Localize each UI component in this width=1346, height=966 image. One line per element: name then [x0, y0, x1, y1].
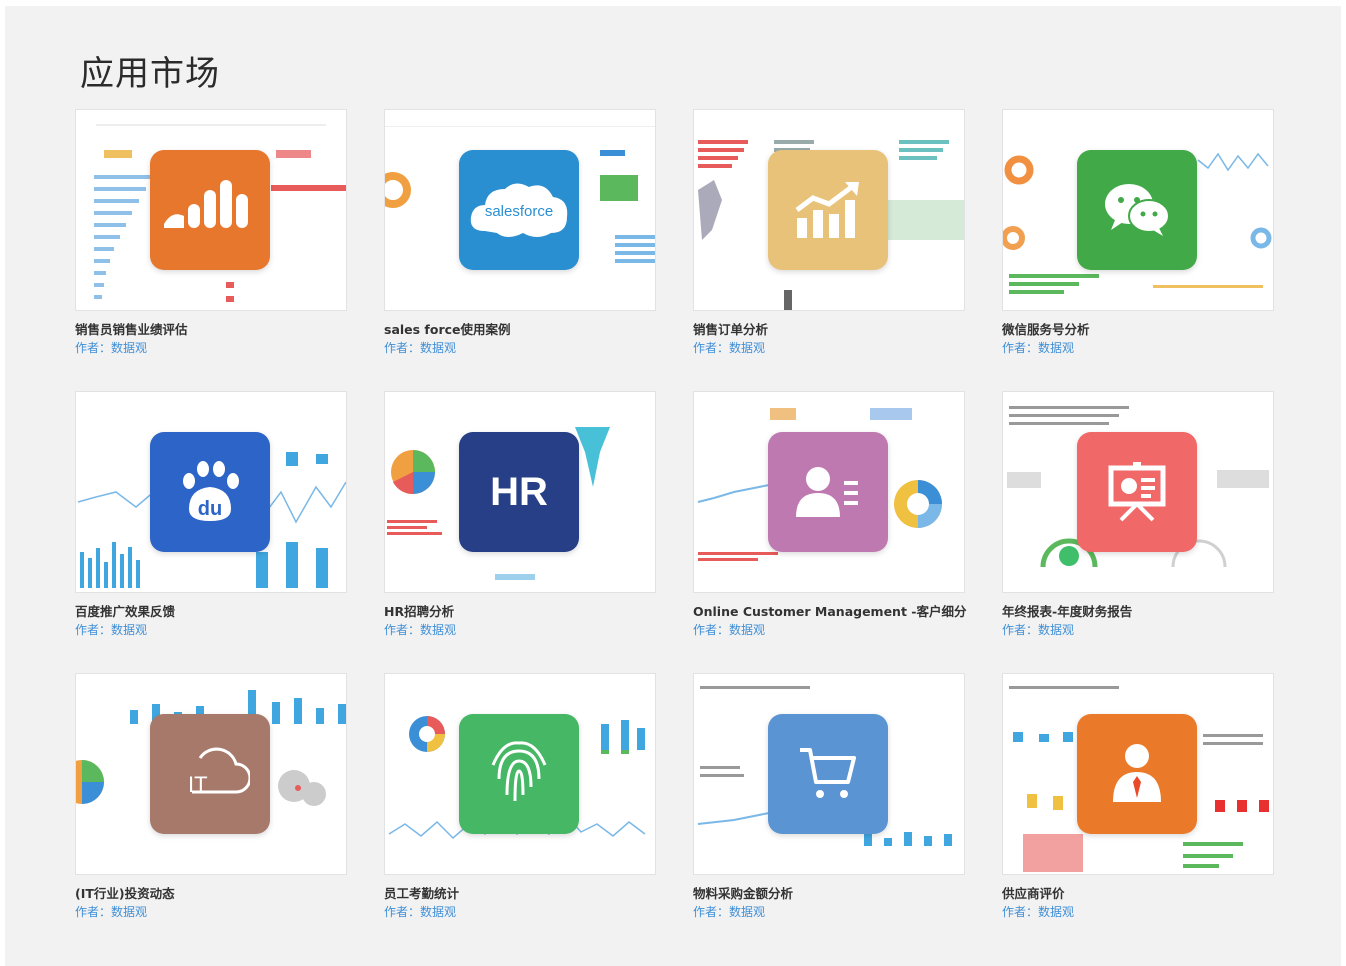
supplier-person-icon [1113, 744, 1161, 802]
bar-chart-icon [164, 180, 248, 228]
app-icon: du [150, 432, 270, 552]
shopping-cart-icon [800, 748, 856, 798]
author-value: 数据观 [420, 905, 457, 919]
author-value: 数据观 [729, 341, 766, 355]
app-name: (IT行业)投资动态 [75, 886, 175, 901]
hr-icon: HR [490, 469, 548, 514]
author-value: 数据观 [111, 905, 148, 919]
author-label: 作者： [384, 623, 421, 637]
app-name: Online Customer Management -客户细分 [693, 604, 967, 619]
fingerprint-icon [491, 741, 547, 802]
author-label: 作者： [384, 341, 421, 355]
app-name: 销售订单分析 [693, 322, 769, 337]
app-author[interactable]: 作者：数据观 [693, 339, 765, 356]
app-author[interactable]: 作者：数据观 [1002, 621, 1074, 638]
author-label: 作者： [693, 623, 730, 637]
author-label: 作者： [1002, 623, 1039, 637]
app-name: sales force使用案例 [384, 322, 511, 337]
app-author[interactable]: 作者：数据观 [693, 903, 765, 920]
app-name: 供应商评价 [1002, 886, 1065, 901]
author-label: 作者： [1002, 341, 1039, 355]
author-label: 作者： [1002, 905, 1039, 919]
app-thumbnail[interactable]: salesforce [384, 109, 656, 311]
baidu-logo-text: du [198, 498, 222, 520]
app-author[interactable]: 作者：数据观 [1002, 339, 1074, 356]
author-value: 数据观 [111, 341, 148, 355]
app-icon [1077, 714, 1197, 834]
author-label: 作者： [75, 623, 112, 637]
author-label: 作者： [693, 905, 730, 919]
app-thumbnail[interactable] [384, 673, 656, 875]
it-logo-text: IT [188, 772, 208, 797]
app-icon [768, 150, 888, 270]
app-name: 微信服务号分析 [1002, 322, 1090, 337]
salesforce-logo-text: salesforce [485, 203, 553, 220]
app-name: 百度推广效果反馈 [75, 604, 176, 619]
app-name: 物料采购金额分析 [693, 886, 794, 901]
author-value: 数据观 [1038, 341, 1075, 355]
app-icon: HR [459, 432, 579, 552]
app-author[interactable]: 作者：数据观 [693, 621, 765, 638]
author-label: 作者： [384, 905, 421, 919]
app-author[interactable]: 作者：数据观 [75, 903, 147, 920]
app-name: 年终报表-年度财务报告 [1002, 604, 1133, 619]
user-list-icon [796, 467, 858, 517]
it-cloud-icon: IT [188, 747, 250, 797]
app-name: HR招聘分析 [384, 604, 455, 619]
app-thumbnail[interactable] [1002, 109, 1274, 311]
author-value: 数据观 [420, 623, 457, 637]
app-author[interactable]: 作者：数据观 [384, 903, 456, 920]
app-author[interactable]: 作者：数据观 [384, 621, 456, 638]
app-thumbnail[interactable]: HR [384, 391, 656, 593]
app-thumbnail[interactable] [693, 109, 965, 311]
author-value: 数据观 [420, 341, 457, 355]
app-icon [768, 714, 888, 834]
author-value: 数据观 [111, 623, 148, 637]
trend-up-chart-icon [795, 182, 859, 238]
app-author[interactable]: 作者：数据观 [75, 621, 147, 638]
author-value: 数据观 [1038, 623, 1075, 637]
presentation-board-icon [1108, 462, 1166, 522]
author-label: 作者： [75, 341, 112, 355]
wechat-icon [1105, 184, 1170, 236]
app-thumbnail[interactable] [693, 391, 965, 593]
app-author[interactable]: 作者：数据观 [75, 339, 147, 356]
author-value: 数据观 [729, 623, 766, 637]
app-market-panel: 应用市场 销售员销售业绩评估 作者：数据观 salesforce sales f… [5, 6, 1341, 966]
app-icon [1077, 432, 1197, 552]
app-thumbnail[interactable] [1002, 673, 1274, 875]
app-thumbnail[interactable] [693, 673, 965, 875]
author-label: 作者： [75, 905, 112, 919]
baidu-paw-icon: du [183, 461, 239, 521]
app-icon: IT [150, 714, 270, 834]
page-title: 应用市场 [80, 54, 220, 94]
author-value: 数据观 [729, 905, 766, 919]
app-thumbnail[interactable] [1002, 391, 1274, 593]
app-name: 员工考勤统计 [384, 886, 460, 901]
app-icon [768, 432, 888, 552]
app-icon [459, 714, 579, 834]
app-thumbnail[interactable]: du [75, 391, 347, 593]
app-author[interactable]: 作者：数据观 [1002, 903, 1074, 920]
author-label: 作者： [693, 341, 730, 355]
salesforce-cloud-icon: salesforce [470, 183, 568, 237]
app-author[interactable]: 作者：数据观 [384, 339, 456, 356]
app-thumbnail[interactable]: IT [75, 673, 347, 875]
app-thumbnail[interactable] [75, 109, 347, 311]
app-name: 销售员销售业绩评估 [75, 322, 188, 337]
author-value: 数据观 [1038, 905, 1075, 919]
app-icon: salesforce [459, 150, 579, 270]
app-icon [1077, 150, 1197, 270]
app-icon [150, 150, 270, 270]
